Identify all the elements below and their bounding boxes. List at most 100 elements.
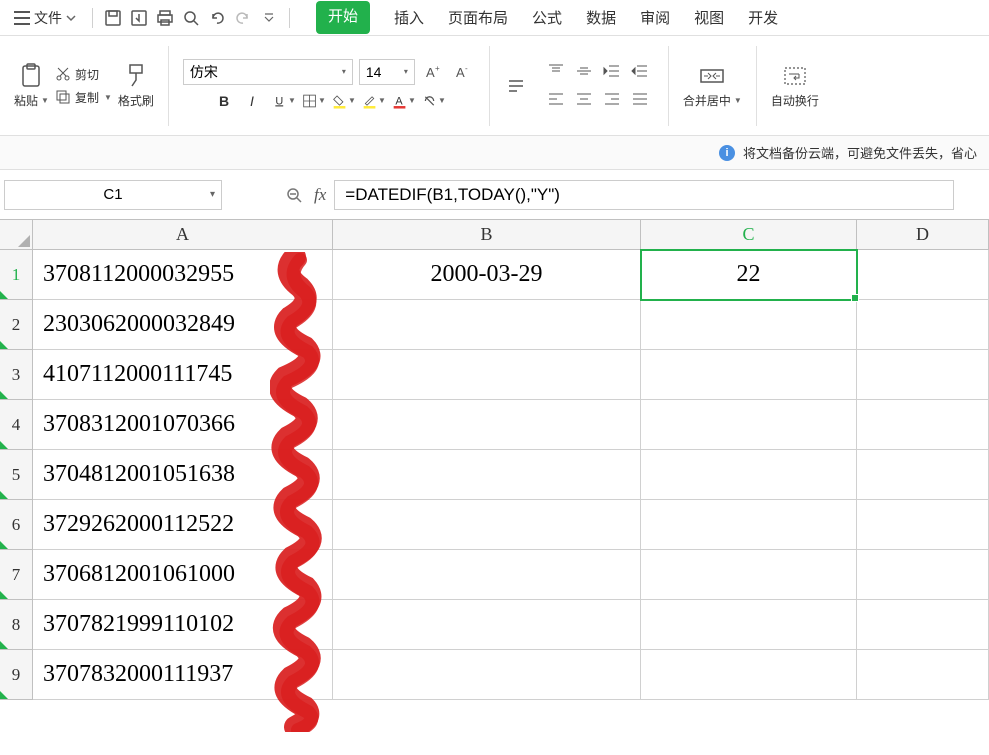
cell[interactable]: [333, 550, 641, 600]
wrap-text-icon[interactable]: [504, 74, 528, 98]
cell[interactable]: [857, 600, 989, 650]
formula-input[interactable]: =DATEDIF(B1,TODAY(),"Y"): [334, 180, 954, 210]
merge-center-button[interactable]: 合并居中▼: [683, 62, 742, 109]
font-name-select[interactable]: 仿宋▾: [183, 59, 353, 85]
bold-icon[interactable]: B: [212, 89, 236, 113]
font-size-select[interactable]: 14▾: [359, 59, 415, 85]
cell[interactable]: [857, 350, 989, 400]
col-header-B[interactable]: B: [333, 220, 641, 249]
auto-wrap-button[interactable]: 自动换行: [771, 62, 819, 109]
tab-view[interactable]: 视图: [694, 1, 724, 34]
cell[interactable]: [641, 600, 857, 650]
indent-increase-icon[interactable]: [628, 59, 652, 83]
cell[interactable]: [641, 650, 857, 700]
row-header[interactable]: 8: [0, 600, 33, 650]
cell[interactable]: [333, 450, 641, 500]
col-header-A[interactable]: A: [33, 220, 333, 249]
cell[interactable]: [333, 600, 641, 650]
align-middle-icon[interactable]: [572, 59, 596, 83]
row-header[interactable]: 6: [0, 500, 33, 550]
cell[interactable]: 3708312001070366: [33, 400, 333, 450]
cell[interactable]: 2303062000032849: [33, 300, 333, 350]
cell[interactable]: 2000-03-29: [333, 250, 641, 300]
align-right-icon[interactable]: [600, 87, 624, 111]
cell[interactable]: [333, 400, 641, 450]
cut-button[interactable]: 剪切: [55, 66, 112, 83]
tab-insert[interactable]: 插入: [394, 1, 424, 34]
cell[interactable]: [333, 300, 641, 350]
cell[interactable]: 3704812001051638: [33, 450, 333, 500]
clear-format-icon[interactable]: ▼: [422, 89, 446, 113]
cell[interactable]: [333, 500, 641, 550]
cell[interactable]: [857, 650, 989, 700]
fill-color-icon[interactable]: ▼: [332, 89, 356, 113]
cell[interactable]: [857, 250, 989, 300]
tab-review[interactable]: 审阅: [640, 1, 670, 34]
cell[interactable]: 22: [641, 250, 857, 300]
cell[interactable]: 3707821999110102: [33, 600, 333, 650]
cell[interactable]: 3708112000032955: [33, 250, 333, 300]
separator: [489, 46, 490, 126]
format-painter-button[interactable]: 格式刷: [118, 62, 154, 109]
name-box[interactable]: C1 ▾: [4, 180, 222, 210]
border-icon[interactable]: ▼: [302, 89, 326, 113]
align-left-icon[interactable]: [544, 87, 568, 111]
cell[interactable]: [857, 300, 989, 350]
align-top-icon[interactable]: [544, 59, 568, 83]
print-icon[interactable]: [155, 8, 175, 28]
row-header[interactable]: 4: [0, 400, 33, 450]
cell[interactable]: [333, 650, 641, 700]
file-menu[interactable]: 文件: [8, 4, 82, 32]
row-header[interactable]: 2: [0, 300, 33, 350]
col-header-D[interactable]: D: [857, 220, 989, 249]
undo-icon[interactable]: [207, 8, 227, 28]
save-as-icon[interactable]: [129, 8, 149, 28]
font-color-icon[interactable]: A▼: [392, 89, 416, 113]
tab-dev[interactable]: 开发: [748, 1, 778, 34]
tab-layout[interactable]: 页面布局: [448, 1, 508, 34]
italic-icon[interactable]: I: [242, 89, 266, 113]
col-header-C[interactable]: C: [641, 220, 857, 249]
row-header[interactable]: 1: [0, 250, 33, 300]
cell[interactable]: 4107112000111745: [33, 350, 333, 400]
row-header[interactable]: 3: [0, 350, 33, 400]
copy-button[interactable]: 复制▼: [55, 89, 112, 106]
tab-data[interactable]: 数据: [586, 1, 616, 34]
cell[interactable]: [641, 400, 857, 450]
font-name-value: 仿宋: [190, 62, 218, 82]
row-header[interactable]: 5: [0, 450, 33, 500]
cell[interactable]: [641, 300, 857, 350]
paste-button[interactable]: 粘贴▼: [14, 62, 49, 109]
row-header[interactable]: 9: [0, 650, 33, 700]
cell[interactable]: [857, 550, 989, 600]
cell[interactable]: [857, 450, 989, 500]
cell[interactable]: [857, 500, 989, 550]
cell[interactable]: 3707832000111937: [33, 650, 333, 700]
cell[interactable]: [857, 400, 989, 450]
underline-icon[interactable]: U▼: [272, 89, 296, 113]
row-header[interactable]: 7: [0, 550, 33, 600]
indent-decrease-icon[interactable]: [600, 59, 624, 83]
cell[interactable]: [641, 450, 857, 500]
cell[interactable]: [641, 350, 857, 400]
print-preview-icon[interactable]: [181, 8, 201, 28]
cell[interactable]: 3729262000112522: [33, 500, 333, 550]
cell[interactable]: 3706812001061000: [33, 550, 333, 600]
cell[interactable]: [333, 350, 641, 400]
highlight-icon[interactable]: ▼: [362, 89, 386, 113]
tab-start[interactable]: 开始: [316, 1, 370, 34]
tab-formula[interactable]: 公式: [532, 1, 562, 34]
increase-font-icon[interactable]: A+: [421, 60, 445, 84]
cell[interactable]: [641, 500, 857, 550]
quick-access-dropdown[interactable]: [259, 8, 279, 28]
align-justify-icon[interactable]: [628, 87, 652, 111]
select-all-corner[interactable]: [0, 220, 33, 249]
zoom-out-icon[interactable]: [282, 183, 306, 207]
save-icon[interactable]: [103, 8, 123, 28]
svg-text:+: +: [435, 64, 440, 73]
align-center-icon[interactable]: [572, 87, 596, 111]
decrease-font-icon[interactable]: A-: [451, 60, 475, 84]
redo-icon[interactable]: [233, 8, 253, 28]
fx-icon[interactable]: fx: [314, 185, 326, 205]
cell[interactable]: [641, 550, 857, 600]
